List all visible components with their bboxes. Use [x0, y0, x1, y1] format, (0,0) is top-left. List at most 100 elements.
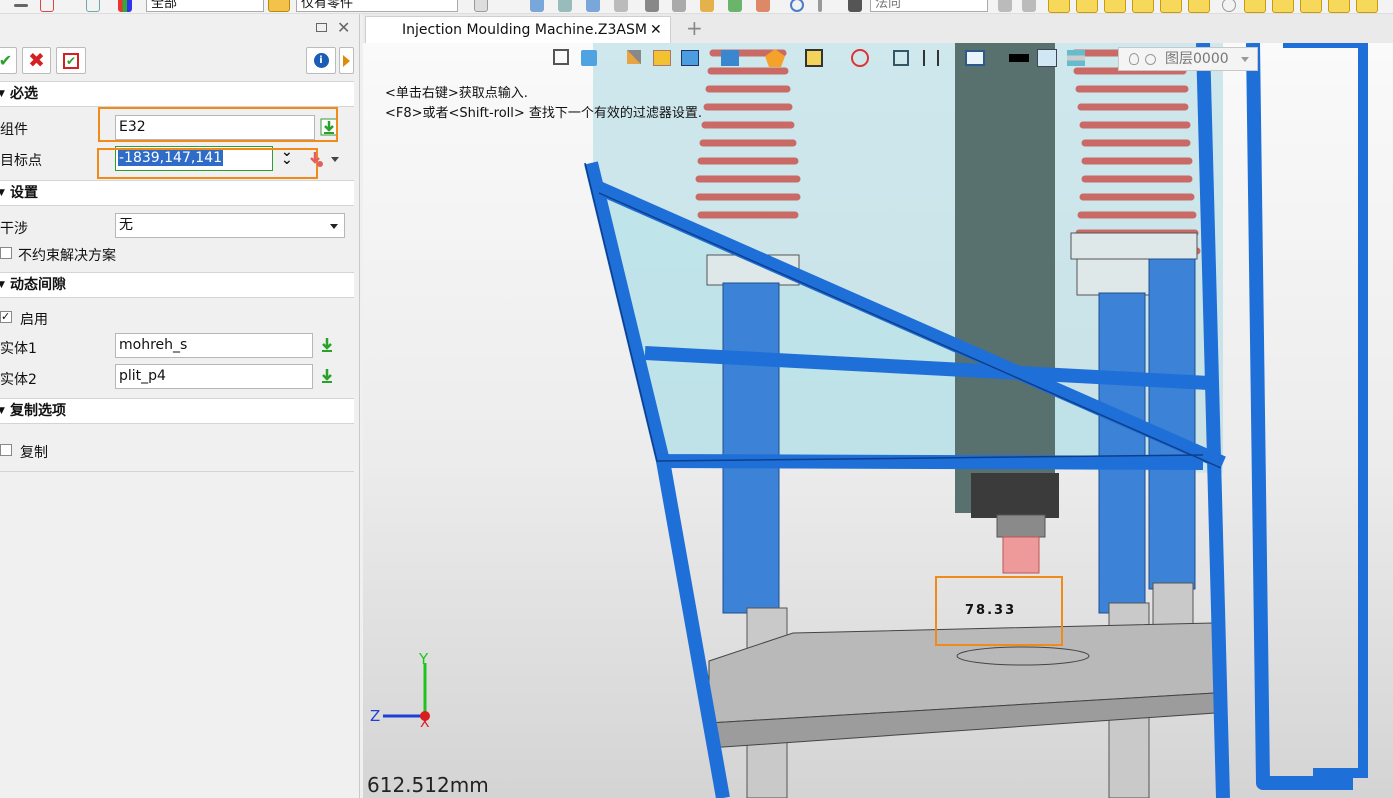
toolbar-icon-d[interactable]	[586, 0, 600, 12]
hint-line-2: <F8>或者<Shift-roll> 查找下一个有效的过滤器设置.	[385, 106, 703, 121]
toolbar-icon-l[interactable]	[818, 0, 822, 12]
panel-close-icon[interactable]: ✕	[337, 18, 350, 37]
collapse-arrow-icon: ▼	[0, 89, 5, 99]
section-required-title: 必选	[10, 86, 38, 102]
collapse-arrow-icon: ▼	[0, 280, 5, 290]
shade-cube-icon[interactable]	[653, 50, 671, 66]
double-chevron-icon[interactable]: ⌄ ⌄	[281, 145, 293, 167]
hint-line-1: <单击右键>获取点输入.	[385, 86, 528, 101]
add-tab-icon[interactable]: +	[686, 16, 703, 40]
3d-viewport[interactable]: <单击右键>获取点输入. <F8>或者<Shift-roll> 查找下一个有效的…	[363, 43, 1393, 798]
snap-icon-1[interactable]	[1048, 0, 1070, 13]
toolbar-icon-a[interactable]	[474, 0, 488, 12]
toolbar-icon-g[interactable]	[672, 0, 686, 12]
apply-check-icon: ✔	[63, 53, 79, 69]
enable-label: 启用	[20, 312, 48, 328]
section-settings-title: 设置	[10, 185, 38, 201]
view-cube-icon[interactable]	[681, 50, 699, 66]
entity2-label: 实体2	[0, 372, 37, 388]
collapse-arrow-icon: ▼	[0, 406, 5, 416]
layer-select[interactable]: 图层0000	[1118, 47, 1258, 71]
toolbar-icon-b[interactable]	[530, 0, 544, 12]
interference-select[interactable]: 无	[115, 213, 345, 238]
enable-checkbox[interactable]: ✓	[0, 311, 12, 323]
dimension-value[interactable]: 78.33	[965, 603, 1016, 618]
cancel-button[interactable]: ✖	[22, 47, 51, 74]
render-mode-icon[interactable]	[581, 50, 597, 66]
direction-combo[interactable]: 法向	[870, 0, 988, 12]
section-copy-options[interactable]: ▼ 复制选项	[0, 398, 354, 424]
entity1-label: 实体1	[0, 341, 37, 357]
section-settings[interactable]: ▼ 设置	[0, 180, 354, 206]
toolbar-icon-f[interactable]	[645, 0, 659, 12]
snap-icon-10[interactable]	[1328, 0, 1350, 13]
view-toolbar	[553, 47, 1113, 71]
toolbar-icon-e[interactable]	[614, 0, 628, 12]
unconstrained-checkbox[interactable]	[0, 247, 12, 259]
toolbar-icon-i[interactable]	[728, 0, 742, 12]
snap-icon-5[interactable]	[1160, 0, 1182, 13]
unconstrained-label: 不约束解决方案	[18, 248, 116, 264]
tab-close-icon[interactable]: ✕	[650, 17, 662, 44]
toolbar-icon-j[interactable]	[756, 0, 770, 12]
check-icon: ✔	[0, 51, 13, 70]
target-point-label: 目标点	[0, 153, 42, 169]
part-filter-combo[interactable]: 仅有零件	[296, 0, 458, 12]
toolbar-icon-c[interactable]	[558, 0, 572, 12]
orbit-icon[interactable]	[851, 49, 869, 67]
layer-stack-icon[interactable]	[1067, 50, 1085, 66]
fit-view-icon[interactable]	[805, 49, 823, 67]
expand-button[interactable]	[339, 47, 354, 74]
info-icon: i	[313, 53, 329, 68]
interference-value: 无	[119, 217, 133, 233]
apply-button[interactable]: ✔	[56, 47, 86, 74]
dimension-icon[interactable]	[923, 50, 939, 66]
background-color-swatch[interactable]	[1037, 49, 1057, 67]
snap-icon-11[interactable]	[1356, 0, 1378, 13]
info-button[interactable]: i	[306, 47, 336, 74]
ok-button[interactable]: ✔	[0, 47, 17, 74]
pencil-icon[interactable]	[627, 50, 641, 64]
snap-icon-3[interactable]	[1104, 0, 1126, 13]
component-highlight	[98, 107, 338, 142]
toolbar-icon-n[interactable]	[998, 0, 1012, 12]
grid-add-icon[interactable]	[40, 0, 54, 12]
exit-view-icon[interactable]	[553, 49, 569, 65]
snap-icon-2[interactable]	[1076, 0, 1098, 13]
toolbar-icon-o[interactable]	[1022, 0, 1036, 12]
panel-pin-icon[interactable]	[316, 23, 327, 32]
display-icon[interactable]	[965, 50, 985, 66]
black-color-swatch[interactable]	[1009, 54, 1029, 62]
axis-y-label: Y	[419, 650, 429, 668]
color-bars-icon[interactable]	[118, 0, 132, 12]
shape-icon[interactable]	[86, 0, 100, 12]
section-required[interactable]: ▼ 必选	[0, 81, 354, 107]
entity2-field[interactable]: plit_p4	[115, 364, 313, 389]
snap-icon-6[interactable]	[1188, 0, 1210, 13]
toolbar-icon-h[interactable]	[700, 0, 714, 12]
pick-entity1-icon[interactable]	[318, 336, 336, 354]
cube-filter-icon[interactable]	[268, 0, 290, 12]
snap-icon-9[interactable]	[1300, 0, 1322, 13]
document-tab[interactable]: Injection Moulding Machine.Z3ASM ✕	[365, 16, 671, 44]
pick-point-icon[interactable]	[306, 150, 324, 168]
snap-icon-8[interactable]	[1272, 0, 1294, 13]
copy-label: 复制	[20, 445, 48, 461]
toolbar-icon-m[interactable]	[848, 0, 862, 12]
section-view-icon[interactable]	[721, 50, 739, 66]
line-icon[interactable]	[14, 4, 28, 7]
copy-checkbox[interactable]	[0, 444, 12, 456]
bulb-icon[interactable]	[1222, 0, 1236, 12]
section-dynamic-gap[interactable]: ▼ 动态间隙	[0, 272, 354, 298]
document-tab-label: Injection Moulding Machine.Z3ASM	[402, 22, 647, 38]
point-options-dropdown-icon[interactable]	[331, 157, 339, 162]
pick-entity2-icon[interactable]	[318, 367, 336, 385]
toolbar-icon-k[interactable]	[790, 0, 804, 12]
sphere-color-icon[interactable]	[765, 49, 785, 67]
snap-icon-4[interactable]	[1132, 0, 1154, 13]
copy-options-body	[0, 424, 354, 472]
filter-combo[interactable]: 全部	[146, 0, 264, 12]
snap-icon-7[interactable]	[1244, 0, 1266, 13]
entity1-field[interactable]: mohreh_s	[115, 333, 313, 358]
frame-icon[interactable]	[893, 50, 909, 66]
